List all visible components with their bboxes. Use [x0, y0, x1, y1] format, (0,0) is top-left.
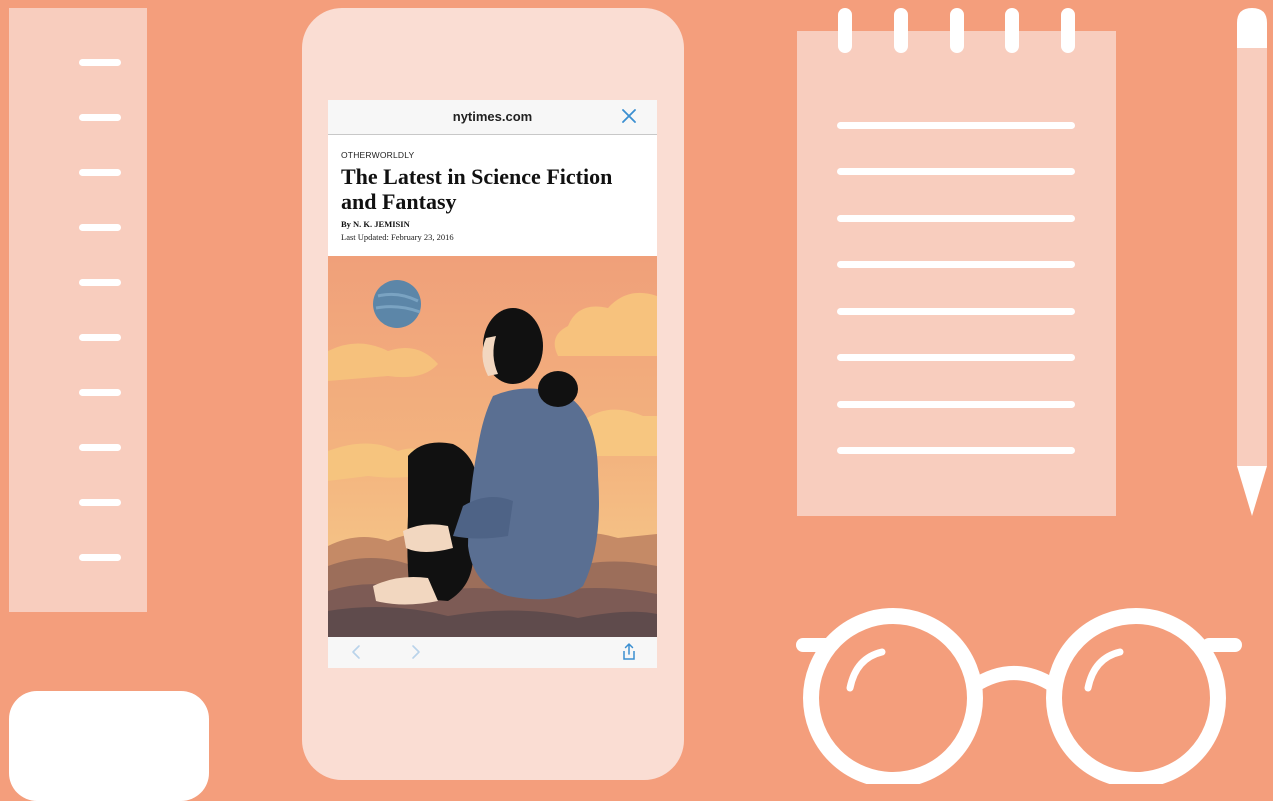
notepad-ring [1005, 8, 1019, 53]
ruler-graphic [9, 8, 147, 612]
browser-toolbar [328, 637, 657, 668]
ruler-tick [79, 279, 121, 286]
notepad-line [837, 168, 1075, 175]
notepad-line [837, 308, 1075, 315]
notepad-line [837, 261, 1075, 268]
notepad-line [837, 122, 1075, 129]
notepad-line [837, 447, 1075, 454]
notepad-ring [1061, 8, 1075, 53]
ruler-tick [79, 334, 121, 341]
notepad-line [837, 215, 1075, 222]
close-icon[interactable] [621, 108, 637, 124]
article-illustration [328, 256, 657, 637]
ruler-tick [79, 499, 121, 506]
notepad-ring [950, 8, 964, 53]
notepad-line [837, 354, 1075, 361]
eraser-graphic [9, 691, 209, 801]
browser-url-bar[interactable]: nytimes.com [328, 100, 657, 135]
pencil-graphic [1237, 8, 1267, 516]
ruler-tick [79, 169, 121, 176]
ruler-tick [79, 444, 121, 451]
url-text: nytimes.com [452, 109, 533, 124]
article-header: OTHERWORLDLY The Latest in Science Ficti… [341, 150, 641, 242]
ruler-tick [79, 59, 121, 66]
article-kicker: OTHERWORLDLY [341, 150, 415, 160]
forward-chevron-icon[interactable] [406, 642, 426, 662]
notepad-ring [894, 8, 908, 53]
notepad-line [837, 401, 1075, 408]
notepad-graphic [797, 8, 1116, 516]
article-byline: By N. K. JEMISIN [341, 219, 410, 229]
ruler-tick [79, 389, 121, 396]
notepad-ring [838, 8, 852, 53]
phone-screen: nytimes.com OTHERWORLDLY The Latest in S… [328, 100, 657, 668]
ruler-tick [79, 114, 121, 121]
ruler-tick [79, 554, 121, 561]
article-headline[interactable]: The Latest in Science Fiction and Fantas… [341, 164, 641, 214]
ruler-tick [79, 224, 121, 231]
article-updated-date: Last Updated: February 23, 2016 [341, 232, 454, 242]
share-icon[interactable] [619, 642, 639, 662]
glasses-graphic [796, 608, 1242, 784]
back-chevron-icon[interactable] [346, 642, 366, 662]
